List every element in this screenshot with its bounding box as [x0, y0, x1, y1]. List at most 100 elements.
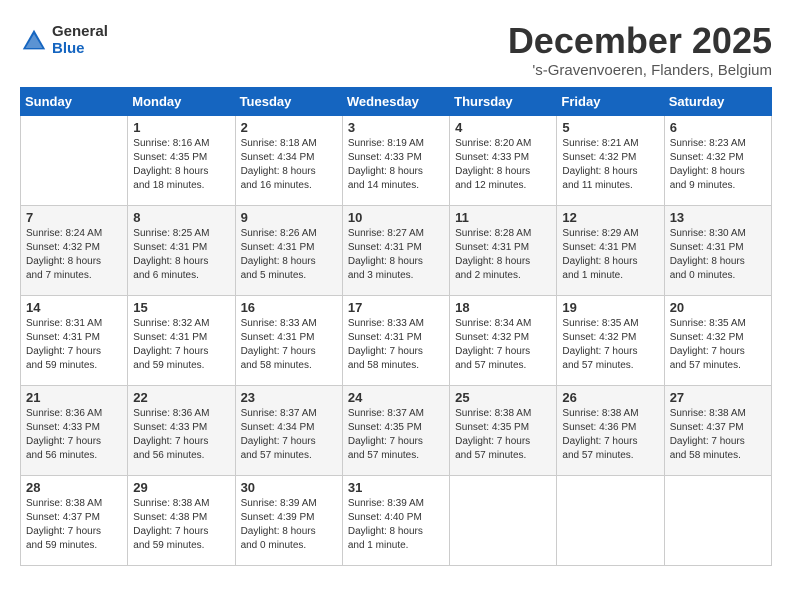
week-row-3: 14Sunrise: 8:31 AM Sunset: 4:31 PM Dayli… — [21, 296, 772, 386]
day-cell: 18Sunrise: 8:34 AM Sunset: 4:32 PM Dayli… — [450, 296, 557, 386]
day-info: Sunrise: 8:35 AM Sunset: 4:32 PM Dayligh… — [670, 317, 766, 373]
day-cell: 29 Sunrise: 8:38 AM Sunset: 4:38 PM Dayli… — [128, 476, 235, 566]
day-cell: 10 Sunrise: 8:27 AM Sunset: 4:31 PM Dayli… — [342, 206, 449, 296]
day-info: Sunrise: 8:36 AM Sunset: 4:33 PM Dayligh… — [26, 407, 122, 463]
calendar-body: 1 Sunrise: 8:16 AM Sunset: 4:35 PM Daylig… — [21, 116, 772, 566]
header: General Blue December 2025 's-Gravenvoer… — [20, 20, 772, 79]
day-info: Sunrise: 8:38 AM Sunset: 4:37 PM Dayligh… — [670, 407, 766, 463]
day-info: Sunrise: 8:29 AM Sunset: 4:31 PM Dayligh… — [562, 227, 658, 283]
day-cell — [21, 116, 128, 206]
day-info: Sunrise: 8:38 AM Sunset: 4:35 PM Dayligh… — [455, 407, 551, 463]
week-row-2: 7 Sunrise: 8:24 AM Sunset: 4:32 PM Daylig… — [21, 206, 772, 296]
day-cell: 11 Sunrise: 8:28 AM Sunset: 4:31 PM Dayli… — [450, 206, 557, 296]
day-info: Sunrise: 8:37 AM Sunset: 4:34 PM Dayligh… — [241, 407, 337, 463]
logo-blue: Blue — [52, 41, 108, 58]
day-cell: 22 Sunrise: 8:36 AM Sunset: 4:33 PM Dayli… — [128, 386, 235, 476]
day-number: 30 — [241, 480, 337, 495]
day-number: 8 — [133, 210, 229, 225]
day-number: 17 — [348, 300, 444, 315]
day-number: 1 — [133, 120, 229, 135]
day-number: 16 — [241, 300, 337, 315]
day-cell: 3Sunrise: 8:19 AM Sunset: 4:33 PM Daylig… — [342, 116, 449, 206]
day-number: 20 — [670, 300, 766, 315]
day-info: Sunrise: 8:33 AM Sunset: 4:31 PM Dayligh… — [348, 317, 444, 373]
day-cell: 27 Sunrise: 8:38 AM Sunset: 4:37 PM Dayli… — [664, 386, 771, 476]
title-area: December 2025 's-Gravenvoeren, Flanders,… — [508, 20, 772, 79]
day-info: Sunrise: 8:36 AM Sunset: 4:33 PM Dayligh… — [133, 407, 229, 463]
calendar-header: SundayMondayTuesdayWednesdayThursdayFrid… — [21, 88, 772, 116]
day-info: Sunrise: 8:26 AM Sunset: 4:31 PM Dayligh… — [241, 227, 337, 283]
day-info: Sunrise: 8:39 AM Sunset: 4:40 PM Dayligh… — [348, 497, 444, 553]
day-info: Sunrise: 8:34 AM Sunset: 4:32 PM Dayligh… — [455, 317, 551, 373]
day-number: 9 — [241, 210, 337, 225]
col-header-wednesday: Wednesday — [342, 88, 449, 116]
day-cell: 5 Sunrise: 8:21 AM Sunset: 4:32 PM Daylig… — [557, 116, 664, 206]
day-number: 7 — [26, 210, 122, 225]
day-number: 11 — [455, 210, 551, 225]
month-title: December 2025 — [508, 20, 772, 62]
col-header-sunday: Sunday — [21, 88, 128, 116]
day-cell — [450, 476, 557, 566]
col-header-tuesday: Tuesday — [235, 88, 342, 116]
day-info: Sunrise: 8:19 AM Sunset: 4:33 PM Dayligh… — [348, 137, 444, 193]
day-cell: 8 Sunrise: 8:25 AM Sunset: 4:31 PM Daylig… — [128, 206, 235, 296]
day-number: 15 — [133, 300, 229, 315]
day-cell — [664, 476, 771, 566]
day-info: Sunrise: 8:16 AM Sunset: 4:35 PM Dayligh… — [133, 137, 229, 193]
day-info: Sunrise: 8:31 AM Sunset: 4:31 PM Dayligh… — [26, 317, 122, 373]
day-cell: 31Sunrise: 8:39 AM Sunset: 4:40 PM Dayli… — [342, 476, 449, 566]
day-cell: 17 Sunrise: 8:33 AM Sunset: 4:31 PM Dayli… — [342, 296, 449, 386]
week-row-5: 28 Sunrise: 8:38 AM Sunset: 4:37 PM Dayli… — [21, 476, 772, 566]
day-number: 24 — [348, 390, 444, 405]
day-cell — [557, 476, 664, 566]
day-cell: 19Sunrise: 8:35 AM Sunset: 4:32 PM Dayli… — [557, 296, 664, 386]
day-cell: 13 Sunrise: 8:30 AM Sunset: 4:31 PM Dayli… — [664, 206, 771, 296]
logo-icon — [20, 27, 48, 55]
day-info: Sunrise: 8:25 AM Sunset: 4:31 PM Dayligh… — [133, 227, 229, 283]
day-number: 13 — [670, 210, 766, 225]
day-info: Sunrise: 8:18 AM Sunset: 4:34 PM Dayligh… — [241, 137, 337, 193]
day-number: 28 — [26, 480, 122, 495]
day-number: 6 — [670, 120, 766, 135]
location-title: 's-Gravenvoeren, Flanders, Belgium — [508, 62, 772, 79]
col-header-friday: Friday — [557, 88, 664, 116]
col-header-thursday: Thursday — [450, 88, 557, 116]
day-number: 2 — [241, 120, 337, 135]
day-info: Sunrise: 8:38 AM Sunset: 4:38 PM Dayligh… — [133, 497, 229, 553]
day-cell: 14Sunrise: 8:31 AM Sunset: 4:31 PM Dayli… — [21, 296, 128, 386]
day-cell: 12 Sunrise: 8:29 AM Sunset: 4:31 PM Dayli… — [557, 206, 664, 296]
day-cell: 20 Sunrise: 8:35 AM Sunset: 4:32 PM Dayli… — [664, 296, 771, 386]
day-number: 12 — [562, 210, 658, 225]
day-info: Sunrise: 8:21 AM Sunset: 4:32 PM Dayligh… — [562, 137, 658, 193]
day-cell: 1 Sunrise: 8:16 AM Sunset: 4:35 PM Daylig… — [128, 116, 235, 206]
day-cell: 2 Sunrise: 8:18 AM Sunset: 4:34 PM Daylig… — [235, 116, 342, 206]
day-info: Sunrise: 8:24 AM Sunset: 4:32 PM Dayligh… — [26, 227, 122, 283]
day-info: Sunrise: 8:38 AM Sunset: 4:37 PM Dayligh… — [26, 497, 122, 553]
day-cell: 4Sunrise: 8:20 AM Sunset: 4:33 PM Daylig… — [450, 116, 557, 206]
day-info: Sunrise: 8:27 AM Sunset: 4:31 PM Dayligh… — [348, 227, 444, 283]
day-number: 23 — [241, 390, 337, 405]
logo-text: General Blue — [52, 24, 108, 57]
day-cell: 16Sunrise: 8:33 AM Sunset: 4:31 PM Dayli… — [235, 296, 342, 386]
col-header-monday: Monday — [128, 88, 235, 116]
day-number: 21 — [26, 390, 122, 405]
day-number: 29 — [133, 480, 229, 495]
day-info: Sunrise: 8:37 AM Sunset: 4:35 PM Dayligh… — [348, 407, 444, 463]
day-info: Sunrise: 8:28 AM Sunset: 4:31 PM Dayligh… — [455, 227, 551, 283]
day-cell: 25 Sunrise: 8:38 AM Sunset: 4:35 PM Dayli… — [450, 386, 557, 476]
day-cell: 26Sunrise: 8:38 AM Sunset: 4:36 PM Dayli… — [557, 386, 664, 476]
day-number: 10 — [348, 210, 444, 225]
day-info: Sunrise: 8:39 AM Sunset: 4:39 PM Dayligh… — [241, 497, 337, 553]
logo-general: General — [52, 24, 108, 41]
day-number: 27 — [670, 390, 766, 405]
col-header-saturday: Saturday — [664, 88, 771, 116]
day-info: Sunrise: 8:20 AM Sunset: 4:33 PM Dayligh… — [455, 137, 551, 193]
day-number: 26 — [562, 390, 658, 405]
day-info: Sunrise: 8:30 AM Sunset: 4:31 PM Dayligh… — [670, 227, 766, 283]
day-cell: 24 Sunrise: 8:37 AM Sunset: 4:35 PM Dayli… — [342, 386, 449, 476]
week-row-4: 21 Sunrise: 8:36 AM Sunset: 4:33 PM Dayli… — [21, 386, 772, 476]
day-cell: 15Sunrise: 8:32 AM Sunset: 4:31 PM Dayli… — [128, 296, 235, 386]
day-number: 5 — [562, 120, 658, 135]
day-number: 22 — [133, 390, 229, 405]
day-number: 25 — [455, 390, 551, 405]
